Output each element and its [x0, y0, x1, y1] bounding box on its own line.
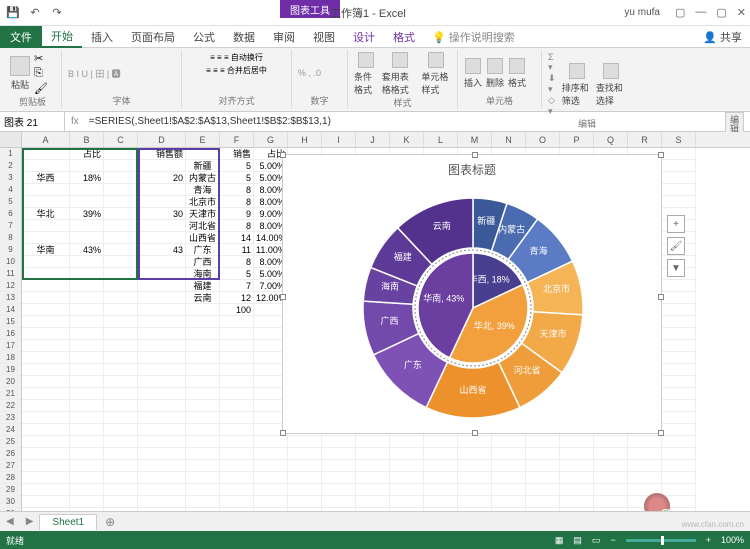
sheet-tab-bar: ◀ ▶ Sheet1 ⊕ [0, 511, 750, 531]
svg-text:海南: 海南 [381, 280, 399, 291]
paste-button[interactable]: 粘贴 [10, 56, 30, 91]
tab-home[interactable]: 开始 [42, 26, 82, 48]
ribbon-options-icon[interactable]: ▢ [675, 6, 685, 19]
svg-text:云南: 云南 [433, 220, 451, 231]
format-painter-icon[interactable]: 🖌 [34, 82, 48, 95]
status-bar: 就绪 ▦ ▤ ▭ − + 100% [0, 531, 750, 549]
view-normal-icon[interactable]: ▦ [555, 535, 564, 546]
zoom-slider[interactable] [626, 539, 696, 542]
tab-insert[interactable]: 插入 [82, 26, 122, 48]
window-buttons: ▢ — ▢ ✕ [675, 6, 746, 19]
insert-cells-button[interactable]: 插入 [464, 58, 482, 89]
view-break-icon[interactable]: ▭ [592, 535, 601, 546]
cut-icon[interactable]: ✂ [34, 52, 48, 65]
svg-text:天津市: 天津市 [539, 328, 566, 339]
formula-input[interactable]: =SERIES(,Sheet1!$A$2:$A$13,Sheet1!$B$2:$… [85, 116, 750, 127]
tell-me[interactable]: 💡 操作说明搜索 [432, 29, 515, 45]
svg-text:华南, 43%: 华南, 43% [423, 292, 464, 303]
svg-text:广东: 广东 [404, 359, 422, 370]
watermark: www.cfan.com.cn [682, 520, 744, 529]
worksheet[interactable]: ABCDEFGHIJKLMNOPQRS 12345678910111213141… [0, 132, 750, 512]
chart-quick-buttons: + 🖌 ▼ [667, 215, 685, 277]
user-name[interactable]: yu mufa [624, 7, 660, 18]
tab-formulas[interactable]: 公式 [184, 26, 224, 48]
format-cells-button[interactable]: 格式 [508, 58, 526, 89]
svg-text:内蒙古: 内蒙古 [498, 223, 525, 234]
column-headers: ABCDEFGHIJKLMNOPQRS [0, 132, 750, 148]
sort-filter-button[interactable]: 排序和筛选 [562, 63, 592, 107]
zoom-in-button[interactable]: + [706, 535, 711, 545]
svg-text:华西, 18%: 华西, 18% [469, 274, 510, 285]
zoom-level[interactable]: 100% [721, 535, 744, 545]
svg-text:福建: 福建 [394, 251, 412, 262]
svg-text:新疆: 新疆 [477, 215, 495, 226]
row-headers: 1234567891011121314151617181920212223242… [0, 148, 22, 512]
tab-review[interactable]: 审阅 [264, 26, 304, 48]
ribbon: 粘贴✂⎘🖌剪贴板 B I U | 田 | 🅰字体 ≡ ≡ ≡ 自动换行≡ ≡ ≡… [0, 48, 750, 112]
select-all-corner[interactable] [0, 132, 22, 147]
svg-text:山西省: 山西省 [459, 384, 486, 395]
close-icon[interactable]: ✕ [737, 6, 746, 19]
svg-text:青海: 青海 [529, 245, 547, 256]
svg-text:广西: 广西 [380, 315, 398, 326]
name-box[interactable]: 图表 21 [0, 112, 65, 131]
tab-nav-prev[interactable]: ◀ [0, 516, 20, 527]
cells-area[interactable]: 占比销售额销售占比新疆55.00%华西18%20内蒙古55.00%青海88.00… [22, 148, 750, 512]
zoom-out-button[interactable]: − [610, 535, 615, 545]
fx-icon[interactable]: fx [65, 116, 85, 127]
svg-text:北京市: 北京市 [543, 283, 570, 294]
sheet-tab[interactable]: Sheet1 [39, 514, 97, 530]
chart-object[interactable]: 图表标题 华西, 18% 华北, 39% 华南, 43% 新疆内蒙古青海北京市天津市河… [282, 154, 662, 434]
delete-cells-button[interactable]: 删除 [486, 58, 504, 89]
document-title: 工作簿1 - Excel [330, 5, 406, 21]
formula-bar: 图表 21 fx =SERIES(,Sheet1!$A$2:$A$13,Shee… [0, 112, 750, 132]
chart-filters-button[interactable]: ▼ [667, 259, 685, 277]
title-bar: 💾 ↶ ↷ 图表工具 工作簿1 - Excel yu mufa ▢ — ▢ ✕ [0, 0, 750, 26]
tab-file[interactable]: 文件 [0, 26, 42, 48]
chart-svg: 华西, 18% 华北, 39% 华南, 43% 新疆内蒙古青海北京市天津市河北省山西省… [283, 178, 663, 433]
add-sheet-button[interactable]: ⊕ [97, 515, 123, 529]
undo-icon[interactable]: ↶ [28, 6, 42, 20]
tab-design[interactable]: 设计 [344, 26, 384, 48]
minimize-icon[interactable]: — [695, 6, 706, 19]
table-format-button[interactable]: 套用表格格式 [382, 52, 418, 96]
maximize-icon[interactable]: ▢ [716, 6, 726, 19]
find-select-button[interactable]: 查找和选择 [596, 63, 626, 107]
conditional-format-button[interactable]: 条件格式 [354, 52, 378, 96]
save-icon[interactable]: 💾 [6, 6, 20, 20]
status-ready: 就绪 [6, 534, 24, 547]
chart-title[interactable]: 图表标题 [283, 155, 661, 178]
share-button[interactable]: 👤 共享 [703, 29, 742, 45]
copy-icon[interactable]: ⎘ [34, 67, 48, 80]
quick-access-toolbar: 💾 ↶ ↷ [0, 6, 64, 20]
tab-page-layout[interactable]: 页面布局 [122, 26, 184, 48]
tab-data[interactable]: 数据 [224, 26, 264, 48]
tab-nav-next[interactable]: ▶ [20, 516, 40, 527]
ribbon-tabs: 文件 开始 插入 页面布局 公式 数据 审阅 视图 设计 格式 💡 操作说明搜索… [0, 26, 750, 48]
svg-text:河北省: 河北省 [514, 364, 541, 375]
cell-style-button[interactable]: 单元格样式 [421, 52, 451, 96]
chart-elements-button[interactable]: + [667, 215, 685, 233]
tab-format[interactable]: 格式 [384, 26, 424, 48]
tab-view[interactable]: 视图 [304, 26, 344, 48]
redo-icon[interactable]: ↷ [50, 6, 64, 20]
view-layout-icon[interactable]: ▤ [573, 535, 582, 546]
chart-styles-button[interactable]: 🖌 [667, 237, 685, 255]
svg-text:华北, 39%: 华北, 39% [474, 320, 515, 331]
